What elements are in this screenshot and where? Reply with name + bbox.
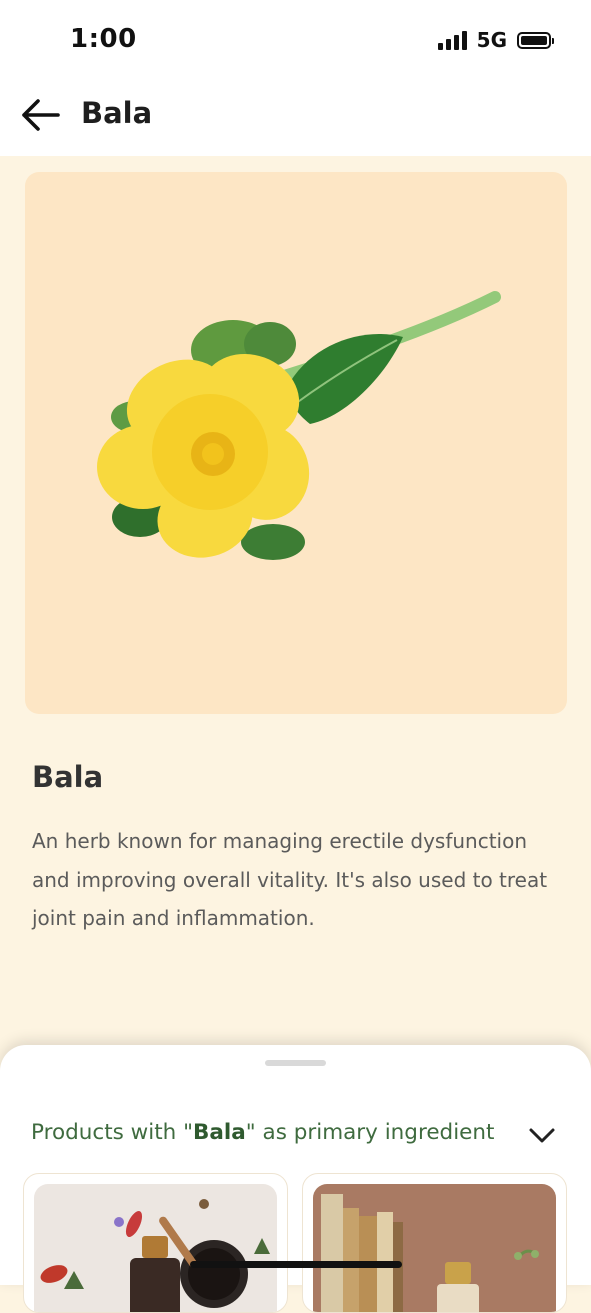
herb-image-panel bbox=[25, 172, 567, 714]
product-card[interactable] bbox=[23, 1173, 288, 1313]
bottle-product-image bbox=[313, 1184, 556, 1312]
home-indicator[interactable] bbox=[190, 1261, 402, 1268]
signal-icon bbox=[437, 30, 467, 50]
network-type: 5G bbox=[476, 28, 507, 52]
products-bottom-sheet: Products with "Bala" as primary ingredie… bbox=[0, 1045, 591, 1313]
bala-flower-image bbox=[97, 291, 501, 560]
herbal-oil-product-image bbox=[34, 1184, 277, 1312]
expand-products-button[interactable] bbox=[528, 1123, 556, 1147]
status-bar: 1:00 5G bbox=[0, 0, 591, 78]
status-time: 1:00 bbox=[70, 24, 137, 54]
back-button[interactable] bbox=[18, 96, 62, 134]
title-prefix: Products with " bbox=[31, 1120, 194, 1145]
title-highlight: Bala bbox=[193, 1120, 246, 1145]
chevron-down-icon bbox=[529, 1128, 555, 1143]
app-header: Bala bbox=[0, 78, 591, 156]
products-section-title: Products with "Bala" as primary ingredie… bbox=[31, 1120, 494, 1145]
product-card[interactable] bbox=[302, 1173, 567, 1313]
sheet-drag-handle[interactable] bbox=[265, 1060, 326, 1066]
page-title: Bala bbox=[81, 96, 153, 130]
herb-description: An herb known for managing erectile dysf… bbox=[32, 829, 548, 930]
arrow-left-icon bbox=[22, 99, 60, 131]
herb-name: Bala bbox=[32, 760, 104, 794]
battery-icon bbox=[517, 31, 554, 49]
title-suffix: " as primary ingredient bbox=[245, 1120, 495, 1145]
status-indicators: 5G bbox=[437, 28, 554, 52]
